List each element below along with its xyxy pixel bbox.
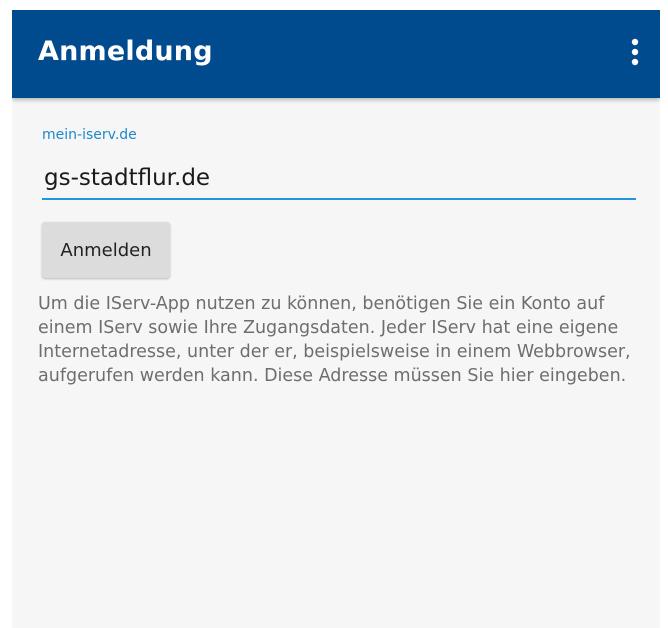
login-button[interactable]: Anmelden	[42, 222, 170, 278]
app-screen: Anmeldung mein-iserv.de Anmelden Um die …	[12, 10, 660, 628]
help-text: Um die IServ-App nutzen zu können, benöt…	[38, 294, 631, 386]
page-title: Anmeldung	[38, 36, 213, 67]
app-bar: Anmeldung	[12, 10, 660, 98]
server-field-label: mein-iserv.de	[42, 127, 137, 143]
more-vert-icon[interactable]	[622, 32, 648, 72]
server-address-input[interactable]	[42, 158, 636, 200]
